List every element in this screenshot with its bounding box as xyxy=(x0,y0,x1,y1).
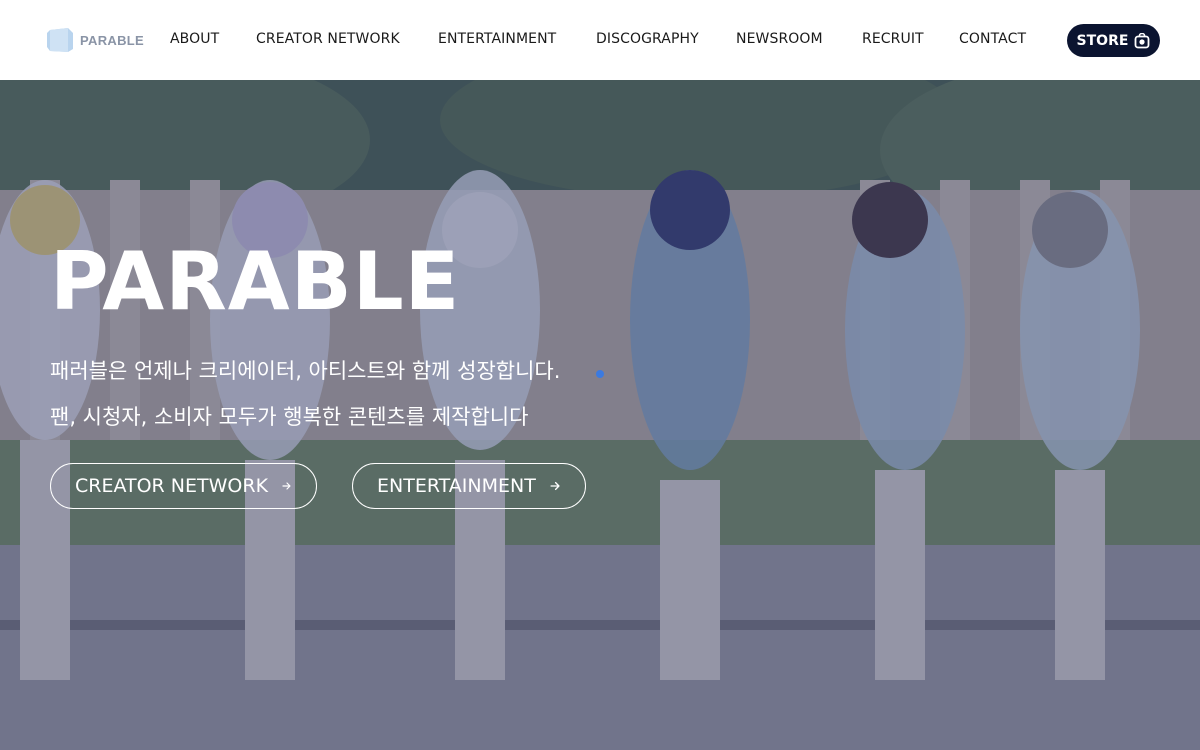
hero-subtitle-line-2: 팬, 시청자, 소비자 모두가 행복한 콘텐츠를 제작합니다 xyxy=(50,405,529,429)
arrow-right-icon xyxy=(282,482,291,490)
nav-item-creator-network[interactable]: CREATOR NETWORK xyxy=(256,31,400,47)
main-nav: ABOUT CREATOR NETWORK ENTERTAINMENT DISC… xyxy=(0,0,1200,80)
arrow-right-icon xyxy=(550,481,560,491)
nav-item-contact[interactable]: CONTACT xyxy=(959,31,1026,47)
entertainment-button-label: ENTERTAINMENT xyxy=(377,475,536,497)
nav-item-entertainment[interactable]: ENTERTAINMENT xyxy=(438,31,556,47)
nav-item-about[interactable]: ABOUT xyxy=(170,31,219,47)
cursor-dot xyxy=(596,370,604,378)
store-bag-icon xyxy=(1135,32,1150,48)
nav-item-recruit[interactable]: RECRUIT xyxy=(862,31,924,47)
entertainment-button[interactable]: ENTERTAINMENT xyxy=(352,463,586,509)
hero-section: PARABLE 패러블은 언제나 크리에이터, 아티스트와 함께 성장합니다. … xyxy=(0,80,1200,750)
store-label: STORE xyxy=(1076,32,1129,49)
hero-title: PARABLE xyxy=(50,235,461,328)
creator-network-button-label: CREATOR NETWORK xyxy=(75,475,269,497)
nav-item-newsroom[interactable]: NEWSROOM xyxy=(736,31,823,47)
creator-network-button[interactable]: CREATOR NETWORK xyxy=(50,463,317,509)
store-button[interactable]: STORE xyxy=(1067,24,1160,57)
hero-subtitle-line-1: 패러블은 언제나 크리에이터, 아티스트와 함께 성장합니다. xyxy=(50,359,561,383)
nav-item-discography[interactable]: DISCOGRAPHY xyxy=(596,31,699,47)
site-header: PARABLE ABOUT CREATOR NETWORK ENTERTAINM… xyxy=(0,0,1200,80)
